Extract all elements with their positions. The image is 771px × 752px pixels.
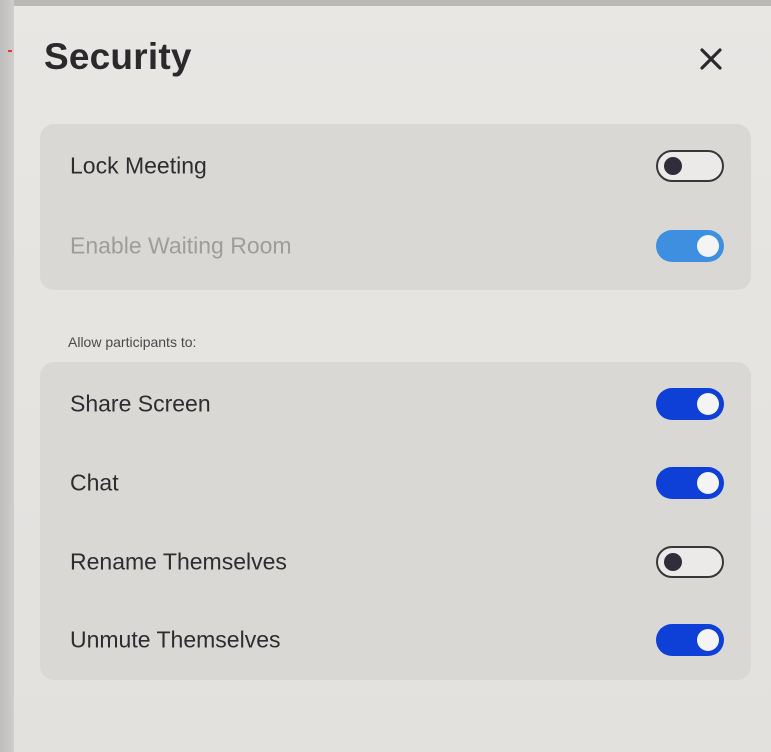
waiting-room-toggle xyxy=(656,230,724,262)
toggle-knob xyxy=(697,629,719,651)
row-waiting-room: Enable Waiting Room xyxy=(40,206,751,286)
rename-themselves-toggle[interactable] xyxy=(656,546,724,578)
row-share-screen[interactable]: Share Screen xyxy=(40,364,751,444)
close-button[interactable] xyxy=(694,42,728,76)
waiting-room-label: Enable Waiting Room xyxy=(70,232,292,259)
toggle-knob xyxy=(697,472,719,494)
close-icon xyxy=(700,48,722,70)
participants-section-label: Allow participants to: xyxy=(68,334,197,350)
lock-meeting-toggle[interactable] xyxy=(656,150,724,182)
toggle-knob xyxy=(697,235,719,257)
lock-meeting-label: Lock Meeting xyxy=(70,152,207,179)
rename-themselves-label: Rename Themselves xyxy=(70,548,287,575)
toggle-knob xyxy=(664,553,682,571)
security-panel: Security Lock Meeting Enable Waiting Roo… xyxy=(14,6,771,752)
share-screen-toggle[interactable] xyxy=(656,388,724,420)
unmute-themselves-toggle[interactable] xyxy=(656,624,724,656)
row-lock-meeting[interactable]: Lock Meeting xyxy=(40,126,751,206)
window-edge xyxy=(0,0,14,752)
row-chat[interactable]: Chat xyxy=(40,443,751,523)
chat-toggle[interactable] xyxy=(656,467,724,499)
edge-marker xyxy=(8,50,12,52)
meeting-options-group: Lock Meeting Enable Waiting Room xyxy=(40,124,751,290)
unmute-themselves-label: Unmute Themselves xyxy=(70,626,281,653)
row-unmute-themselves[interactable]: Unmute Themselves xyxy=(40,600,751,680)
participant-permissions-group: Share Screen Chat Rename Themselves Unmu… xyxy=(40,362,751,680)
panel-title: Security xyxy=(44,36,192,77)
row-rename-themselves[interactable]: Rename Themselves xyxy=(40,522,751,602)
toggle-knob xyxy=(697,393,719,415)
toggle-knob xyxy=(664,157,682,175)
share-screen-label: Share Screen xyxy=(70,390,211,417)
chat-label: Chat xyxy=(70,469,119,496)
